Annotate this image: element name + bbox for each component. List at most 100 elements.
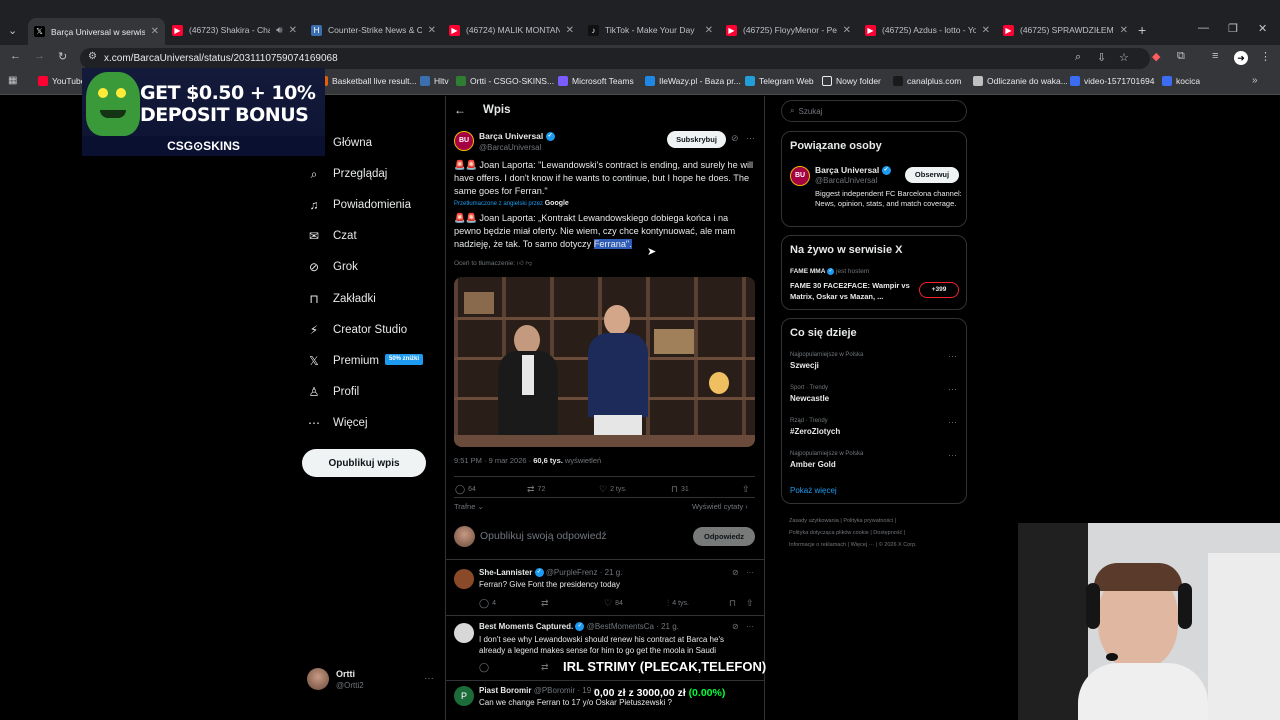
tab-active[interactable]: 𝕏 Barça Universal w serwisie X ✕ xyxy=(28,18,165,45)
trend-more-icon[interactable]: ··· xyxy=(948,351,957,361)
view-quotes-link[interactable]: Wyświetl cytaty › xyxy=(692,502,748,511)
bookmark-item[interactable]: Ortti - CSGO-SKINS... xyxy=(456,76,554,86)
browser-tab[interactable]: ▶ (46725) SPRAWDZIŁEM Co ✕ xyxy=(997,18,1134,42)
footer-link[interactable]: Zasady użytkowania xyxy=(789,518,839,524)
minimize-icon[interactable]: — xyxy=(1198,22,1209,34)
tab-close-icon[interactable]: ✕ xyxy=(428,25,436,36)
more-bookmarks-icon[interactable]: » xyxy=(1252,75,1258,86)
sidebar-item-premium[interactable]: 𝕏 Premium xyxy=(307,354,379,368)
star-icon[interactable]: ☆ xyxy=(1119,51,1129,64)
sidebar-item-czat[interactable]: ✉ Czat xyxy=(307,229,357,243)
repost-action[interactable]: ⇄ xyxy=(541,662,552,673)
account-avatar[interactable] xyxy=(307,668,329,690)
zoom-icon[interactable]: ⌕ xyxy=(1075,51,1081,64)
csgoskins-ad-banner[interactable]: GET $0.50 + 10% DEPOSIT BONUS CSG⊙SKINS xyxy=(82,68,325,156)
repost-action[interactable]: ⇄ 72 xyxy=(527,484,545,495)
reply-action[interactable]: ◯ xyxy=(479,662,492,673)
extension-icon[interactable]: ◆ xyxy=(1152,50,1160,63)
browser-tab[interactable]: ▶ (46723) Shakira - Chantaje 🔊︎ ✕ xyxy=(166,18,303,42)
tweet-time[interactable]: 9:51 PM · 9 mar 2026 · xyxy=(454,456,531,465)
extensions-puzzle-icon[interactable]: ⧉ xyxy=(1177,50,1185,63)
tab-search-icon[interactable]: ⌄ xyxy=(8,24,17,37)
follow-button[interactable]: Obserwuj xyxy=(905,167,959,183)
url-input[interactable]: ⚙ x.com/BarcaUniversal/status/2031110759… xyxy=(80,48,1150,69)
reply-author[interactable]: Piast Boromir xyxy=(479,686,531,695)
reply-submit-button[interactable]: Odpowiedz xyxy=(693,527,755,546)
reply-avatar[interactable] xyxy=(454,623,474,643)
bookmark-item[interactable]: YouTube xyxy=(38,76,85,86)
reload-icon[interactable]: ↻ xyxy=(58,50,67,63)
sort-dropdown[interactable]: Trafne ⌄ xyxy=(454,502,484,511)
reply-item[interactable]: She-Lannister ✓ @PurpleFrenz · 21 g. ⊘ ·… xyxy=(446,560,764,616)
show-more-link[interactable]: Pokaż więcej xyxy=(790,486,837,495)
media-icon[interactable]: ≡ xyxy=(1212,50,1218,62)
related-name-row[interactable]: Barça Universal ✓ xyxy=(815,165,891,176)
like-action[interactable]: ♡ 84 xyxy=(604,598,623,609)
tweet-more-icon[interactable]: ··· xyxy=(746,133,755,143)
tab-close-icon[interactable]: ✕ xyxy=(289,25,297,36)
back-icon[interactable]: ← xyxy=(10,50,21,62)
share-action[interactable]: ⇧ xyxy=(746,598,757,609)
close-window-icon[interactable]: ✕ xyxy=(1258,22,1267,35)
grok-icon[interactable]: ⊘ xyxy=(731,133,739,144)
site-info-icon[interactable]: ⚙ xyxy=(88,51,97,62)
browser-tab[interactable]: ▶ (46725) FloyyMenor - Peligro ✕ xyxy=(720,18,857,42)
menu-kebab-icon[interactable]: ⋮ xyxy=(1260,50,1271,63)
footer-link[interactable]: Dostępność xyxy=(873,530,902,536)
bookmark-item[interactable]: video-1571701694 xyxy=(1070,76,1154,86)
tab-close-icon[interactable]: ✕ xyxy=(566,25,574,36)
bookmark-item[interactable]: Odliczanie do waka... xyxy=(973,76,1068,86)
browser-tab[interactable]: ♪ TikTok - Make Your Day ✕ xyxy=(582,18,719,42)
trend-item[interactable]: Najpopularniejsze w Polska Szwecji ··· xyxy=(790,351,960,370)
tweet-photo[interactable] xyxy=(454,277,755,447)
trend-item[interactable]: Rząd · Trendy #ZeroZlotych ··· xyxy=(790,417,960,436)
sidebar-item-przeglądaj[interactable]: ⌕ Przeglądaj xyxy=(307,167,388,181)
profile-avatar[interactable]: ➜ xyxy=(1234,51,1248,65)
bookmark-item[interactable]: IleWazy.pl - Baza pr... xyxy=(645,76,741,86)
speaker-icon[interactable]: 🔊︎ xyxy=(276,25,282,36)
sidebar-item-zakładki[interactable]: ⊓ Zakładki xyxy=(307,292,376,306)
tab-close-icon[interactable]: ✕ xyxy=(843,25,851,36)
repost-action[interactable]: ⇄ xyxy=(541,598,552,609)
bookmark-action[interactable]: ⊓ 31 xyxy=(671,484,689,495)
sidebar-item-główna[interactable]: ⌂Główna xyxy=(307,136,372,150)
tab-close-icon[interactable]: ✕ xyxy=(151,26,159,37)
like-action[interactable]: ♡ 2 tys. xyxy=(599,484,627,495)
bookmark-item[interactable]: Microsoft Teams xyxy=(558,76,634,86)
tab-close-icon[interactable]: ✕ xyxy=(1120,25,1128,36)
sidebar-item-creator-studio[interactable]: ⚡︎ Creator Studio xyxy=(307,323,407,337)
bookmark-item[interactable]: kocica xyxy=(1162,76,1200,86)
tweet-author-row[interactable]: Barça Universal ✓ xyxy=(479,131,555,142)
bookmark-item[interactable]: Telegram Web xyxy=(745,76,814,86)
footer-link[interactable]: Informacje o reklamach xyxy=(789,542,846,548)
live-listeners-badge[interactable]: +399 xyxy=(919,282,959,298)
footer-link[interactable]: Polityka prywatności xyxy=(843,518,893,524)
views-action[interactable]: ⫶ 4 tys. xyxy=(667,598,689,609)
share-action[interactable]: ⇧ xyxy=(742,484,753,495)
author-avatar[interactable]: BU xyxy=(454,131,474,151)
reply-author[interactable]: Best Moments Captured. xyxy=(479,622,573,631)
tab-close-icon[interactable]: ✕ xyxy=(705,25,713,36)
restore-icon[interactable]: ❐ xyxy=(1228,22,1238,35)
install-icon[interactable]: ⇩ xyxy=(1097,51,1106,64)
bookmark-item[interactable]: Nowy folder xyxy=(822,76,881,86)
trend-more-icon[interactable]: ··· xyxy=(948,384,957,394)
tab-close-icon[interactable]: ✕ xyxy=(982,25,990,36)
back-arrow-icon[interactable]: ← xyxy=(454,103,466,117)
new-tab-icon[interactable]: + xyxy=(1138,22,1146,38)
grok-icon[interactable]: ⊘ xyxy=(732,622,739,631)
browser-tab[interactable]: ▶ (46725) Azdus - lotto - YouTube ✕ xyxy=(859,18,996,42)
search-input[interactable]: ⌕ Szukaj xyxy=(781,100,967,122)
sidebar-item-powiadomienia[interactable]: ♫ Powiadomienia xyxy=(307,198,412,212)
trend-more-icon[interactable]: ··· xyxy=(948,417,957,427)
reply-avatar[interactable] xyxy=(454,569,474,589)
browser-tab[interactable]: H Counter-Strike News & Coverage ✕ xyxy=(305,18,442,42)
bookmark-item[interactable]: Hltv xyxy=(420,76,449,86)
thumbs-up-icon[interactable]: 👍︎ xyxy=(517,260,524,267)
apps-grid-icon[interactable]: ▦ xyxy=(8,75,17,86)
sidebar-item-więcej[interactable]: ⋯ Więcej xyxy=(307,416,368,430)
sidebar-item-profil[interactable]: ♙ Profil xyxy=(307,385,360,399)
browser-tab[interactable]: ▶ (46724) MALIK MONTANA ✕ xyxy=(443,18,580,42)
grok-icon[interactable]: ⊘ xyxy=(732,568,739,577)
trend-item[interactable]: Najpopularniejsze w Polska Amber Gold ··· xyxy=(790,450,960,469)
